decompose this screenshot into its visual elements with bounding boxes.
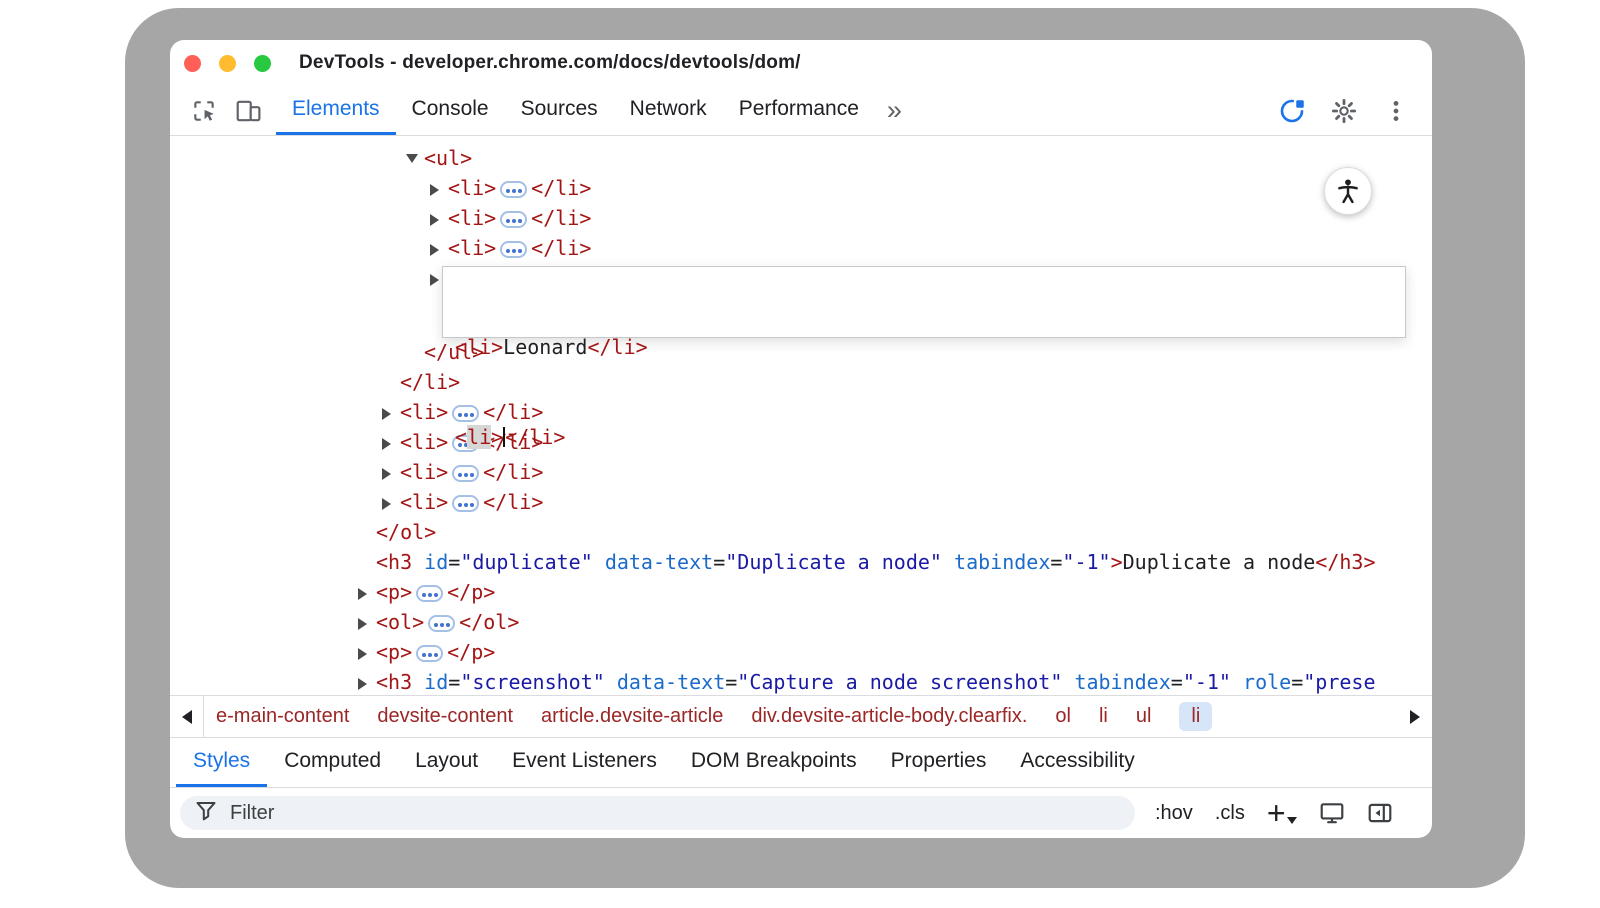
filter-placeholder: Filter (230, 802, 274, 825)
edit-as-html-box[interactable]: <li>Leonard</li> <li></li> (442, 266, 1406, 338)
styles-filter-bar: Filter :hov .cls + (170, 787, 1432, 838)
elements-panel: <ul><li></li><li></li><li></li></ul></li… (170, 136, 1432, 695)
breadcrumb-scroll-right-icon[interactable] (1398, 696, 1432, 737)
breadcrumb-item[interactable]: ol (1055, 705, 1071, 728)
panel-tab-strip: ElementsConsoleSourcesNetworkPerformance (276, 86, 875, 135)
breadcrumb-item[interactable]: article.devsite-article (541, 705, 723, 728)
breadcrumb-item[interactable]: li (1099, 705, 1108, 728)
tab-sources[interactable]: Sources (505, 86, 614, 135)
ellipsis-expand-icon[interactable] (500, 181, 527, 198)
kebab-menu-icon[interactable] (1376, 91, 1416, 131)
tab-elements[interactable]: Elements (276, 86, 396, 135)
sidebar-tab-event-listeners[interactable]: Event Listeners (495, 738, 674, 787)
ellipsis-expand-icon[interactable] (416, 645, 443, 662)
filter-bar-right-group: :hov .cls + (1155, 800, 1393, 826)
inspect-icon[interactable] (182, 86, 226, 135)
disclosure-right-icon[interactable] (430, 173, 448, 203)
close-window-button[interactable] (184, 55, 201, 72)
circle-cursor-icon[interactable] (1272, 91, 1312, 131)
disclosure-right-icon[interactable] (382, 427, 400, 457)
sidebar-tab-dom-breakpoints[interactable]: DOM Breakpoints (674, 738, 874, 787)
window-controls (184, 55, 271, 72)
disclosure-right-icon[interactable] (382, 397, 400, 427)
disclosure-right-icon[interactable] (358, 667, 376, 695)
settings-gear-icon[interactable] (1324, 91, 1364, 131)
tab-performance[interactable]: Performance (723, 86, 875, 135)
ellipsis-expand-icon[interactable] (416, 585, 443, 602)
breadcrumb-item[interactable]: devsite-content (377, 705, 513, 728)
toggle-sidebar-icon[interactable] (1367, 800, 1393, 826)
breadcrumb: e-main-content devsite-content article.dev… (204, 702, 1398, 731)
ellipsis-expand-icon[interactable] (428, 615, 455, 632)
dom-tree-row[interactable]: <p></p> (170, 577, 1432, 607)
breadcrumb-item[interactable]: e-main-content (216, 705, 349, 728)
dom-tree-row[interactable]: <ul> (170, 143, 1432, 173)
main-toolbar: ElementsConsoleSourcesNetworkPerformance… (170, 86, 1432, 136)
breadcrumb-scroll-left-icon[interactable] (170, 696, 204, 737)
breadcrumb-item[interactable]: div.devsite-article-body.clearfix. (751, 705, 1027, 728)
breadcrumb-item[interactable]: ul (1136, 705, 1152, 728)
dom-tree-row[interactable]: </ol> (170, 517, 1432, 547)
disclosure-right-icon[interactable] (430, 233, 448, 263)
dom-tree-row[interactable]: <p></p> (170, 637, 1432, 667)
sidebar-tab-strip: StylesComputedLayoutEvent ListenersDOM B… (170, 737, 1432, 787)
dom-tree-row[interactable]: <li></li> (170, 203, 1432, 233)
device-frame: DevTools - developer.chrome.com/docs/dev… (125, 8, 1525, 888)
editor-line-1: <li>Leonard</li> (455, 332, 1393, 362)
devtools-window: DevTools - developer.chrome.com/docs/dev… (170, 40, 1432, 838)
disclosure-right-icon[interactable] (382, 487, 400, 517)
disclosure-right-icon[interactable] (358, 637, 376, 667)
sidebar-tab-computed[interactable]: Computed (267, 738, 398, 787)
sidebar-tab-layout[interactable]: Layout (398, 738, 495, 787)
zoom-window-button[interactable] (254, 55, 271, 72)
breadcrumb-item[interactable]: li (1179, 702, 1212, 731)
accessibility-person-icon[interactable] (1324, 167, 1372, 215)
sidebar-tab-properties[interactable]: Properties (874, 738, 1004, 787)
sidebar-tab-styles[interactable]: Styles (176, 738, 267, 787)
element-classes-button[interactable]: .cls (1215, 802, 1245, 825)
sidebar-tab-accessibility[interactable]: Accessibility (1003, 738, 1151, 787)
dom-tree-row[interactable]: <h3 id="screenshot" data-text="Capture a… (170, 667, 1432, 695)
dom-tree-row[interactable]: <ol></ol> (170, 607, 1432, 637)
styles-filter-input[interactable]: Filter (180, 796, 1135, 830)
disclosure-down-icon[interactable] (406, 143, 424, 173)
dom-tree-row[interactable]: <li></li> (170, 173, 1432, 203)
disclosure-right-icon[interactable] (382, 457, 400, 487)
toggle-element-state-button[interactable]: :hov (1155, 802, 1193, 825)
titlebar: DevTools - developer.chrome.com/docs/dev… (170, 40, 1432, 86)
device-toolbar-icon[interactable] (226, 86, 270, 135)
tab-network[interactable]: Network (614, 86, 723, 135)
disclosure-right-icon[interactable] (358, 577, 376, 607)
rendering-monitor-icon[interactable] (1319, 800, 1345, 826)
window-title: DevTools - developer.chrome.com/docs/dev… (299, 52, 801, 74)
tab-console[interactable]: Console (396, 86, 505, 135)
more-tabs-icon[interactable]: » (875, 95, 914, 126)
ellipsis-expand-icon[interactable] (500, 211, 527, 228)
ellipsis-expand-icon[interactable] (500, 241, 527, 258)
breadcrumb-bar: e-main-content devsite-content article.dev… (170, 695, 1432, 737)
minimize-window-button[interactable] (219, 55, 236, 72)
disclosure-right-icon[interactable] (358, 607, 376, 637)
filter-funnel-icon (194, 799, 218, 828)
editor-line-2: <li></li> (455, 422, 1393, 452)
dom-tree-row[interactable]: <h3 id="duplicate" data-text="Duplicate … (170, 547, 1432, 577)
dom-tree-row[interactable]: <li></li> (170, 233, 1432, 263)
toolbar-right-group (1272, 86, 1432, 135)
disclosure-right-icon[interactable] (430, 203, 448, 233)
new-style-rule-plus-icon[interactable]: + (1267, 800, 1297, 826)
